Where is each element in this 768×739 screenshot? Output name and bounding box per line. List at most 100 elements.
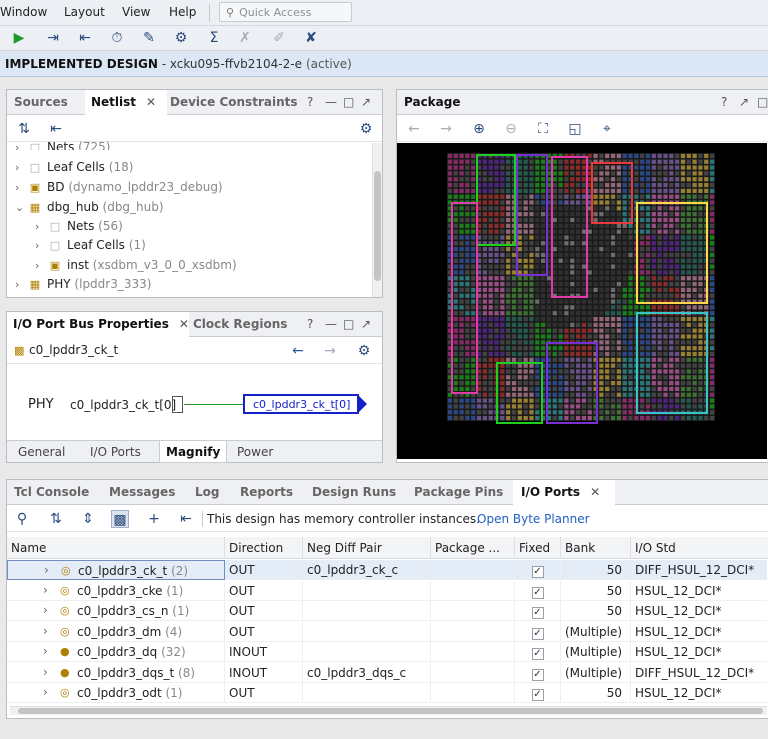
forward-arrow-icon[interactable]: → xyxy=(437,120,455,138)
group-icon[interactable]: ▩ xyxy=(111,510,129,528)
cell-bank[interactable]: (Multiple) xyxy=(561,621,631,642)
tab-magnify[interactable]: Magnify xyxy=(159,441,228,463)
menu-help[interactable]: Help xyxy=(169,5,196,19)
menu-window[interactable]: Window xyxy=(0,5,47,19)
float-icon[interactable]: ↗ xyxy=(361,95,371,109)
tab-io-port-bus-properties[interactable]: I/O Port Bus Properties ✕ xyxy=(7,312,189,338)
zoom-selection-icon[interactable]: ◱ xyxy=(566,120,584,138)
cell-fixed[interactable]: ✓ xyxy=(515,642,561,662)
cell-name[interactable]: › ◎ c0_lpddr3_odt (1) xyxy=(7,683,225,703)
expand-arrow-icon[interactable]: › xyxy=(43,644,48,658)
float-icon[interactable]: ↗ xyxy=(361,317,371,331)
settings-icon[interactable]: ⚙ xyxy=(357,120,375,138)
cell-name[interactable]: › ◎ c0_lpddr3_ck_t (2) xyxy=(7,560,225,580)
cell-direction[interactable]: OUT xyxy=(225,601,303,621)
search-icon[interactable]: ⚲ xyxy=(13,510,31,528)
cell-neg-diff-pair[interactable] xyxy=(303,621,431,642)
expand-all-icon[interactable]: ⇕ xyxy=(79,510,97,528)
tab-messages[interactable]: Messages xyxy=(109,480,175,505)
cell-name[interactable]: › ◎ c0_lpddr3_cke (1) xyxy=(7,580,225,601)
tab-device-constraints[interactable]: Device Constraints xyxy=(170,90,298,115)
tree-node-inst[interactable]: › ▣ inst (xsdbm_v3_0_0_xsdbm) xyxy=(35,258,237,277)
help-icon[interactable]: ? xyxy=(307,317,313,331)
timer-icon[interactable]: ⏱ xyxy=(108,29,126,47)
maximize-icon[interactable]: □ xyxy=(343,95,354,109)
cell-package-pin[interactable] xyxy=(431,621,515,642)
table-row[interactable]: › ◎ c0_lpddr3_cs_n (1) OUT ✓ 50 HSUL_12_DCI* xyxy=(7,601,767,621)
fixed-checkbox[interactable]: ✓ xyxy=(531,668,544,681)
cell-bank[interactable]: 50 xyxy=(561,560,631,580)
cancel-tool-icon[interactable]: ✘ xyxy=(302,29,320,47)
step-icon[interactable]: ⇥ xyxy=(44,29,62,47)
quick-access-input[interactable]: ⚲ Quick Access xyxy=(219,2,352,22)
column-header-direction[interactable]: Direction xyxy=(225,537,303,559)
minimize-icon[interactable]: — xyxy=(325,95,337,109)
tab-io-ports[interactable]: I/O Ports xyxy=(90,441,141,463)
tree-node-leaf-cells[interactable]: › □ Leaf Cells (18) xyxy=(15,160,133,179)
table-row[interactable]: › ◎ c0_lpddr3_dm (4) OUT ✓ (Multiple) HSUL_12_… xyxy=(7,621,768,642)
table-row[interactable]: › ● c0_lpddr3_dqs_t (8) INOUT c0_lpddr3_dqs_… xyxy=(7,662,767,683)
cell-name[interactable]: › ● c0_lpddr3_dq (32) xyxy=(7,642,225,662)
cell-fixed[interactable]: ✓ xyxy=(515,560,561,580)
netlist-scrollbar[interactable] xyxy=(372,143,382,297)
table-row[interactable]: › ● c0_lpddr3_dq (32) INOUT ✓ (Multiple) HSUL_… xyxy=(7,642,767,662)
tab-log[interactable]: Log xyxy=(195,480,219,505)
expand-arrow-icon[interactable]: › xyxy=(43,603,48,617)
export-icon[interactable]: ⇤ xyxy=(177,510,195,528)
tree-node-bd[interactable]: › ▣ BD (dynamo_lpddr23_debug) xyxy=(15,180,223,199)
zoom-out-icon[interactable]: ⊖ xyxy=(502,120,520,138)
cell-direction[interactable]: OUT xyxy=(225,580,303,601)
tab-reports[interactable]: Reports xyxy=(240,480,293,505)
cell-io-std[interactable]: HSUL_12_DCI* xyxy=(631,622,768,642)
back-arrow-icon[interactable]: ← xyxy=(405,120,423,138)
expand-arrow-icon[interactable]: › xyxy=(44,563,49,577)
tree-node-dbg-nets[interactable]: › □ Nets (56) xyxy=(35,219,123,238)
tree-node-dbg-leaf-cells[interactable]: › □ Leaf Cells (1) xyxy=(35,238,146,257)
cell-io-std[interactable]: DIFF_HSUL_12_DCI* xyxy=(631,560,768,580)
tab-general[interactable]: General xyxy=(18,441,65,463)
cell-neg-diff-pair[interactable]: c0_lpddr3_ck_c xyxy=(303,560,431,580)
cell-io-std[interactable]: HSUL_12_DCI* xyxy=(631,581,768,601)
tab-power[interactable]: Power xyxy=(237,441,273,463)
cell-neg-diff-pair[interactable] xyxy=(303,580,431,601)
clipboard-icon[interactable]: ✎ xyxy=(140,29,158,47)
cell-io-std[interactable]: HSUL_12_DCI* xyxy=(631,683,768,703)
fixed-checkbox[interactable]: ✓ xyxy=(531,689,544,701)
cell-fixed[interactable]: ✓ xyxy=(515,662,561,683)
cell-bank[interactable]: 50 xyxy=(561,601,631,621)
cell-name[interactable]: › ◎ c0_lpddr3_dm (4) xyxy=(7,621,225,642)
cell-direction[interactable]: OUT xyxy=(225,683,303,703)
column-header-name[interactable]: Name xyxy=(7,537,225,559)
cell-neg-diff-pair[interactable] xyxy=(303,601,431,621)
tree-node-phy[interactable]: › ▦ PHY (lpddr3_333) xyxy=(15,277,151,296)
add-icon[interactable]: + xyxy=(145,510,163,528)
column-header-bank[interactable]: Bank xyxy=(561,537,631,559)
package-view[interactable] xyxy=(397,143,767,459)
cell-neg-diff-pair[interactable]: c0_lpddr3_dqs_c xyxy=(303,662,431,683)
tab-tcl-console[interactable]: Tcl Console xyxy=(14,480,89,505)
table-row[interactable]: › ◎ c0_lpddr3_ck_t (2) OUT c0_lpddr3_ck_c ✓ 50… xyxy=(7,560,767,580)
expand-arrow-icon[interactable]: › xyxy=(43,685,48,699)
tab-sources[interactable]: Sources xyxy=(14,90,68,115)
cell-direction[interactable]: OUT xyxy=(225,621,303,642)
table-horizontal-scrollbar[interactable] xyxy=(10,706,767,715)
fixed-checkbox[interactable]: ✓ xyxy=(531,586,544,599)
cell-fixed[interactable]: ✓ xyxy=(515,601,561,621)
float-icon[interactable]: ↗ xyxy=(739,95,749,109)
menu-layout[interactable]: Layout xyxy=(64,5,105,19)
open-byte-planner-link[interactable]: Open Byte Planner xyxy=(477,512,590,526)
cell-direction[interactable]: INOUT xyxy=(225,662,303,683)
expand-arrow-icon[interactable]: › xyxy=(43,583,48,597)
cell-neg-diff-pair[interactable] xyxy=(303,683,431,703)
cell-bank[interactable]: 50 xyxy=(561,580,631,601)
cell-package-pin[interactable] xyxy=(431,560,515,580)
crosshair-icon[interactable]: ⌖ xyxy=(598,120,616,138)
settings-icon[interactable]: ⚙ xyxy=(172,29,190,47)
cell-bank[interactable]: 50 xyxy=(561,683,631,703)
schematic-port[interactable]: c0_lpddr3_ck_t[0] xyxy=(243,394,359,414)
cell-direction[interactable]: OUT xyxy=(225,560,303,580)
forward-arrow-icon[interactable]: → xyxy=(321,342,339,360)
cell-io-std[interactable]: HSUL_12_DCI* xyxy=(631,642,768,662)
cell-name[interactable]: › ● c0_lpddr3_dqs_t (8) xyxy=(7,662,225,683)
settings-icon[interactable]: ⚙ xyxy=(355,342,373,360)
